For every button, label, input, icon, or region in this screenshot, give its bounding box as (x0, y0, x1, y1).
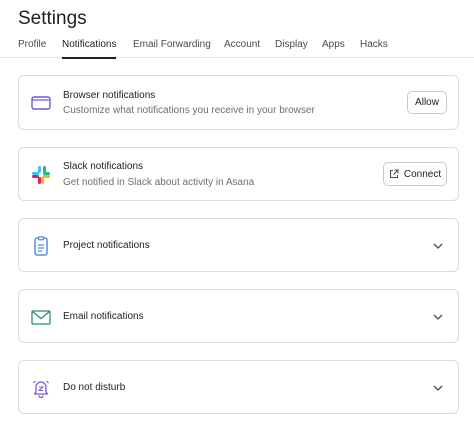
tab-apps[interactable]: Apps (322, 39, 345, 58)
chevron-down-icon[interactable] (432, 240, 444, 252)
do-not-disturb-card[interactable]: Do not disturb (18, 360, 459, 414)
tab-display[interactable]: Display (275, 39, 308, 58)
bell-snooze-icon (30, 377, 52, 399)
browser-notifications-title: Browser notifications (63, 90, 156, 101)
project-notifications-title: Project notifications (63, 240, 150, 251)
external-link-icon (389, 169, 399, 179)
do-not-disturb-title: Do not disturb (63, 382, 126, 393)
tab-profile[interactable]: Profile (18, 39, 46, 58)
page-title: Settings (18, 8, 87, 29)
tab-email-forwarding[interactable]: Email Forwarding (133, 39, 211, 58)
slack-notifications-card: Slack notifications Get notified in Slac… (18, 147, 459, 201)
envelope-icon (30, 306, 52, 328)
email-notifications-card[interactable]: Email notifications (18, 289, 459, 343)
chevron-down-icon[interactable] (432, 382, 444, 394)
browser-window-icon (30, 92, 52, 114)
slack-notifications-title: Slack notifications (63, 161, 144, 172)
connect-button[interactable]: Connect (383, 162, 447, 186)
project-notifications-card[interactable]: Project notifications (18, 218, 459, 272)
slack-logo-icon (30, 164, 52, 186)
slack-notifications-description: Get notified in Slack about activity in … (63, 177, 255, 188)
browser-notifications-card: Browser notifications Customize what not… (18, 75, 459, 130)
chevron-down-icon[interactable] (432, 311, 444, 323)
email-notifications-title: Email notifications (63, 311, 144, 322)
tab-notifications[interactable]: Notifications (62, 39, 117, 59)
clipboard-icon (30, 235, 52, 257)
settings-tabs: Profile Notifications Email Forwarding A… (0, 39, 474, 59)
connect-button-label: Connect (403, 168, 442, 180)
tab-account[interactable]: Account (224, 39, 260, 58)
browser-notifications-description: Customize what notifications you receive… (63, 105, 315, 116)
allow-button[interactable]: Allow (407, 91, 447, 114)
tab-hacks[interactable]: Hacks (360, 39, 388, 58)
